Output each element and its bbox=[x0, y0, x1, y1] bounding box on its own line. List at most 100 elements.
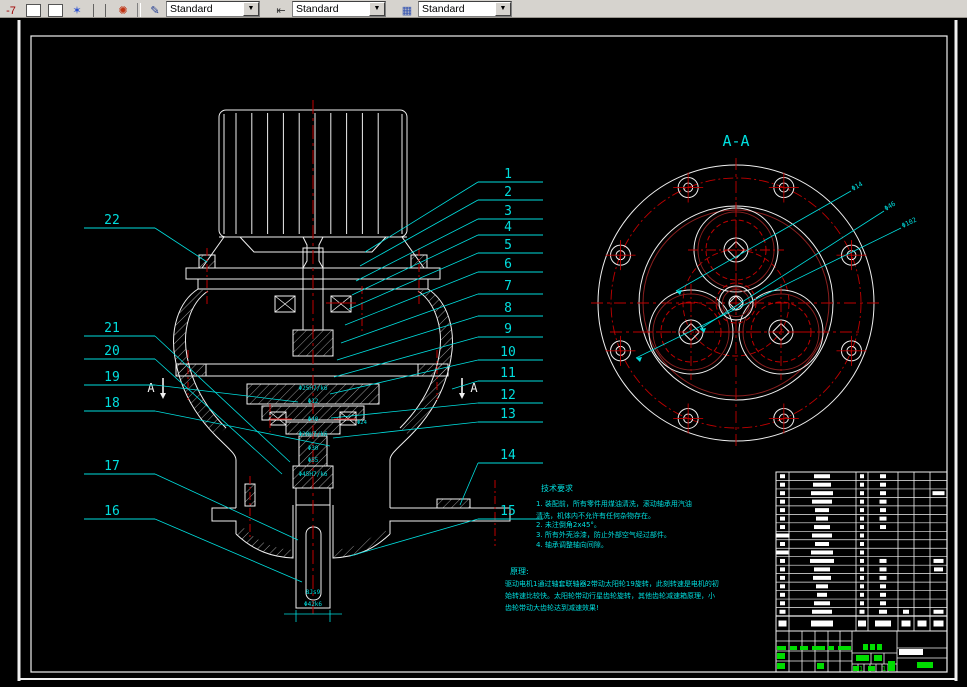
dim-style-value: Standard bbox=[296, 3, 339, 15]
center-dim: Φ30 bbox=[308, 445, 319, 452]
table-cell-text bbox=[780, 499, 785, 504]
callout-number: 3 bbox=[504, 204, 512, 219]
line-tool-icon[interactable]: │ bbox=[89, 2, 99, 17]
chevron-down-icon[interactable]: ▼ bbox=[369, 2, 385, 16]
bolt-hole bbox=[605, 335, 636, 366]
table-cell-text bbox=[880, 592, 886, 597]
leader-line bbox=[333, 336, 479, 378]
text-line: 始转速比较快。太阳轮带动行星齿轮旋转，其他齿轮减速箱原理，小 bbox=[505, 591, 715, 600]
dim-style-icon[interactable]: ⇤ bbox=[271, 2, 291, 17]
chevron-down-icon[interactable]: ▼ bbox=[495, 2, 511, 16]
table-cell-text bbox=[780, 541, 785, 546]
table-cell-text bbox=[880, 601, 886, 606]
callout-number: 2 bbox=[504, 185, 512, 200]
callout-number: 16 bbox=[104, 504, 120, 519]
table-cell-text bbox=[860, 508, 864, 513]
header-cell-text bbox=[778, 620, 787, 627]
bolt-hole bbox=[836, 240, 867, 271]
table-cell-text bbox=[815, 508, 829, 513]
table-cell-text bbox=[932, 491, 945, 496]
titleblock-text bbox=[888, 666, 895, 671]
center-dim: Φ45H7/k6 bbox=[299, 471, 328, 478]
callout-22: 22 bbox=[84, 213, 208, 263]
table-cell-text bbox=[860, 516, 864, 521]
titleblock-text bbox=[777, 653, 785, 659]
bolt-hole bbox=[768, 403, 799, 434]
table-style-group: ▦ Standard ▼ bbox=[396, 1, 512, 17]
text-line: 2. 未注倒角2x45°。 bbox=[536, 520, 601, 529]
line-tool-icon[interactable]: │ bbox=[101, 2, 111, 17]
table-cell-text bbox=[779, 609, 786, 614]
table-cell-text bbox=[879, 516, 887, 521]
table-cell-text bbox=[780, 601, 785, 606]
table-cell-text bbox=[780, 567, 785, 572]
titleblock-text bbox=[800, 646, 808, 650]
dim-style-combo[interactable]: Standard ▼ bbox=[292, 1, 386, 17]
table-cell-text bbox=[780, 592, 785, 597]
chevron-down-icon[interactable]: ▼ bbox=[243, 2, 259, 16]
table-cell-text bbox=[814, 474, 830, 479]
pencil-icon[interactable]: -7 bbox=[1, 2, 21, 17]
table-style-icon[interactable]: ▦ bbox=[397, 2, 417, 17]
center-dim: Φ55 bbox=[308, 457, 319, 464]
styles-toolbar: -7 ✶ │ │ ✺ ✎ Standard ▼ ⇤ Standard ▼ ▦ S… bbox=[0, 0, 967, 18]
table-cell-text bbox=[812, 533, 832, 538]
page-icon[interactable] bbox=[23, 2, 43, 17]
text-line: 驱动电机1通过轴套联轴器2带动太阳轮19旋转，此刻转速是电机的初 bbox=[505, 579, 719, 588]
table-cell-text bbox=[780, 482, 785, 487]
title-block: 11 bbox=[775, 630, 948, 673]
table-cell-text bbox=[780, 491, 785, 496]
callout-number: 13 bbox=[500, 407, 516, 422]
technical-requirements: 技术要求 1. 装配前，所有零件用煤油清洗，滚动轴承用汽油清洗，机体内不允许有任何… bbox=[536, 483, 692, 549]
titleblock-text bbox=[817, 663, 824, 669]
callout-number: 4 bbox=[504, 220, 512, 235]
header-cell-text bbox=[811, 620, 833, 627]
star-icon[interactable]: ✶ bbox=[67, 2, 87, 17]
callout-number: 22 bbox=[104, 213, 120, 228]
aa-dimension-leaders: Φ14 Φ46Φ102 bbox=[635, 180, 918, 362]
titleblock-text bbox=[838, 646, 851, 650]
callout-14: 14 bbox=[459, 448, 543, 506]
callout-2: 2 bbox=[359, 185, 543, 267]
sheet-count: 1 bbox=[859, 665, 863, 673]
text-style-icon[interactable]: ✎ bbox=[145, 2, 165, 17]
text-style-combo[interactable]: Standard ▼ bbox=[166, 1, 260, 17]
text-title: 原理: bbox=[510, 567, 529, 576]
center-dim: Φ12 bbox=[308, 398, 319, 405]
table-cell-text bbox=[814, 525, 830, 530]
table-cell-text bbox=[860, 575, 864, 580]
header-cell-text bbox=[917, 620, 927, 627]
dim-style-group: ⇤ Standard ▼ bbox=[270, 1, 386, 17]
main-assembly-view bbox=[173, 109, 511, 609]
callout-16: 16 bbox=[84, 504, 303, 583]
callout-1: 1 bbox=[364, 167, 543, 253]
leader-line bbox=[154, 473, 299, 541]
table-cell-text bbox=[903, 609, 909, 614]
table-cell-text bbox=[859, 609, 865, 614]
table-cell-text bbox=[879, 499, 887, 504]
text-line: 1. 装配前，所有零件用煤油清洗，滚动轴承用汽油 bbox=[536, 499, 692, 508]
table-style-combo[interactable]: Standard ▼ bbox=[418, 1, 512, 17]
table-cell-text bbox=[816, 584, 828, 589]
titleblock-text bbox=[777, 663, 785, 669]
header-cell-text bbox=[875, 620, 891, 627]
table-cell-text bbox=[880, 525, 886, 530]
callout-number: 19 bbox=[104, 370, 120, 385]
titleblock-text bbox=[874, 655, 882, 661]
table-cell-text bbox=[879, 609, 887, 614]
callout-number: 12 bbox=[500, 388, 516, 403]
shaft-dimension: 8Js9 Φ42k6 bbox=[284, 589, 342, 622]
callout-number: 14 bbox=[500, 448, 516, 463]
titleblock-text bbox=[856, 655, 869, 661]
explode-icon[interactable]: ✺ bbox=[113, 2, 133, 17]
aa-dim-label: Φ14 bbox=[850, 180, 864, 193]
callout-number: 1 bbox=[504, 167, 512, 182]
bolt-hole bbox=[768, 172, 799, 203]
sheet-count: 1 bbox=[882, 665, 886, 673]
titleblock-text bbox=[812, 646, 825, 650]
drawing-canvas[interactable]: A A 12345678910111213141522212019181716 … bbox=[0, 17, 967, 687]
page-icon[interactable] bbox=[45, 2, 65, 17]
table-cell-text bbox=[814, 567, 830, 572]
callout-number: 17 bbox=[104, 459, 120, 474]
callout-number: 9 bbox=[504, 322, 512, 337]
